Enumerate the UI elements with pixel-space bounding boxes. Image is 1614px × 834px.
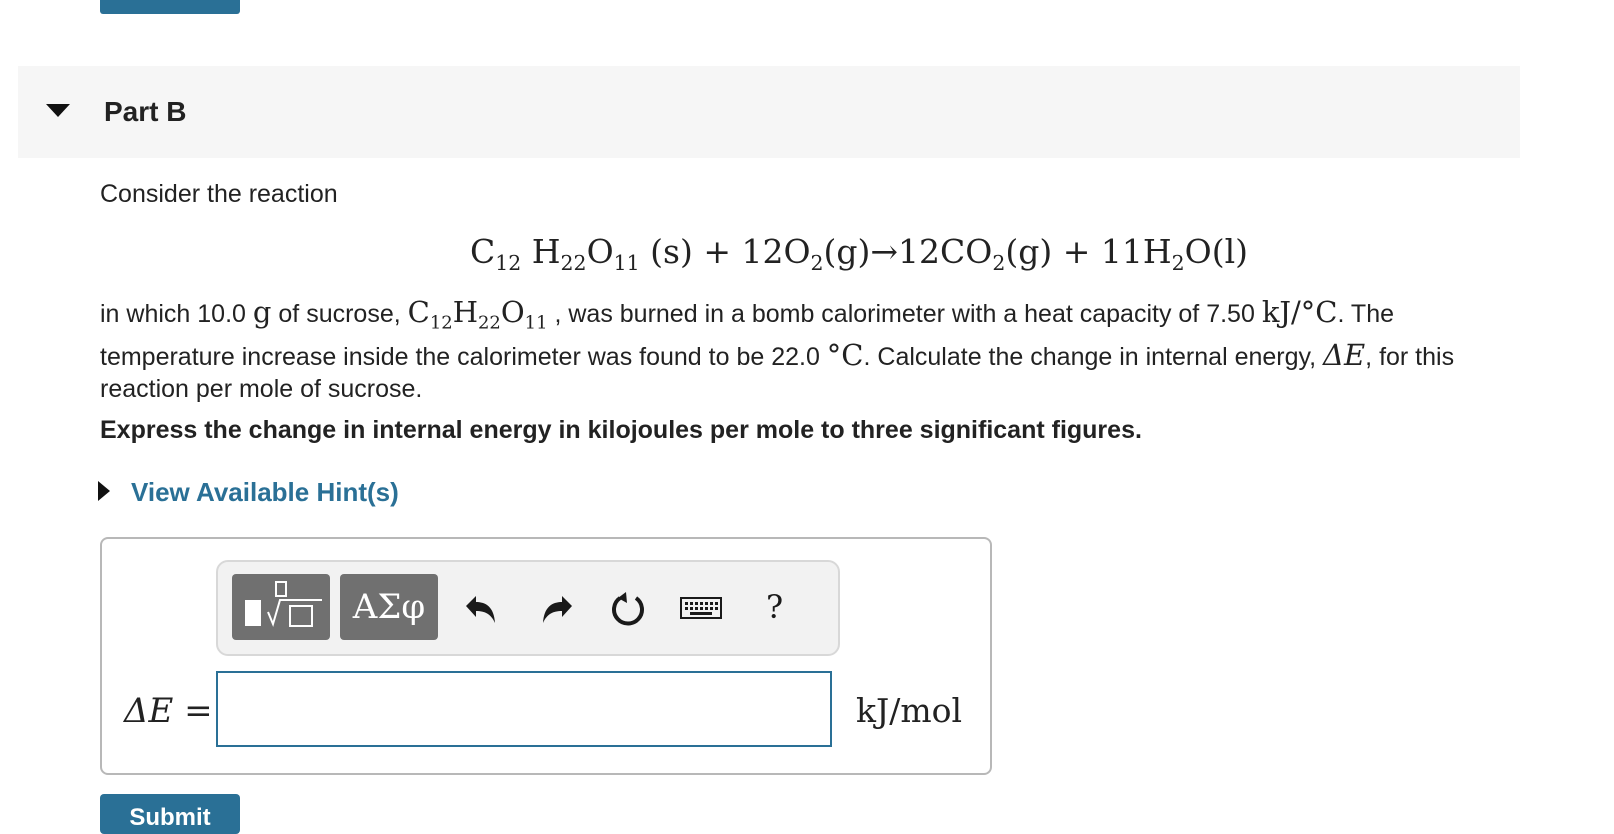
help-icon[interactable]: ? (766, 588, 783, 626)
redo-icon[interactable] (538, 590, 576, 628)
unit-label: kJ/mol (856, 691, 963, 730)
previous-submit-button[interactable] (100, 0, 240, 14)
keyboard-icon[interactable] (680, 594, 722, 622)
templates-icon (245, 581, 322, 627)
problem-statement: in which 10.0 g of sucrose, C12H22O11 , … (100, 295, 1455, 404)
reaction-equation: C12 H22O11 (s) + 12O2(g)→12CO2(g) + 11H2… (470, 232, 1249, 276)
undo-icon[interactable] (462, 590, 500, 628)
submit-button[interactable]: Submit (100, 794, 240, 834)
part-header[interactable] (18, 66, 1520, 158)
question-intro: Consider the reaction (100, 180, 338, 208)
reset-icon[interactable] (608, 588, 648, 628)
view-hints-link[interactable]: View Available Hint(s) (131, 477, 399, 508)
hint-caret-icon[interactable] (98, 481, 110, 501)
templates-button[interactable] (232, 574, 330, 640)
part-title: Part B (104, 96, 187, 127)
answer-instruction: Express the change in internal energy in… (100, 416, 1142, 444)
answer-input[interactable] (216, 671, 832, 747)
delta-e-label: ΔE = (124, 691, 213, 731)
greek-symbols-button[interactable]: ΑΣφ (340, 574, 438, 640)
math-toolbar: ΑΣφ ? (216, 560, 840, 656)
answer-box: ΑΣφ ? ΔE = kJ/mol (100, 537, 992, 775)
sucrose-formula: C12H22O11 (407, 295, 548, 334)
collapse-caret-icon[interactable] (46, 104, 70, 117)
